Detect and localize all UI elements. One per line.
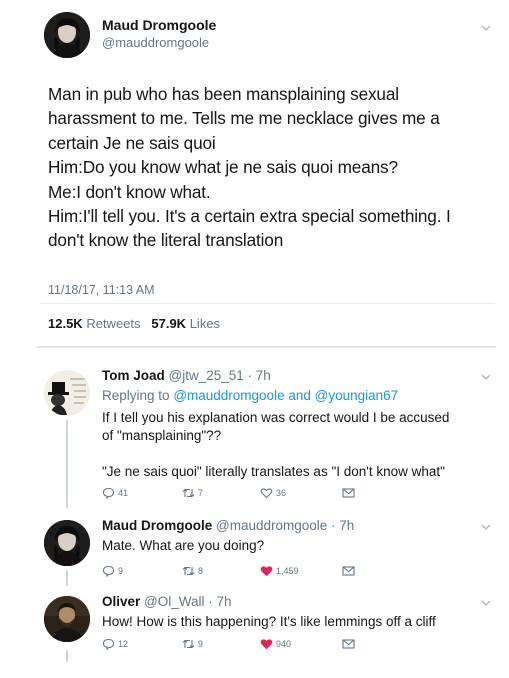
main-tweet: Maud Dromgoole @mauddromgoole Man in pub… — [0, 0, 509, 346]
reply-tweet: Tom Joad @jtw_25_51 · 7h Replying to @ma… — [0, 358, 509, 508]
replying-to-label: Replying to — [102, 388, 170, 403]
retweet-button[interactable]: 9 — [182, 638, 203, 650]
mention-link[interactable]: @mauddromgoole — [173, 388, 284, 403]
divider — [40, 303, 495, 304]
tweet-text-line: harassment to me. Tells me me necklace g… — [48, 108, 440, 129]
thread-line — [66, 570, 68, 586]
reply-icon — [102, 565, 115, 577]
tweet-text-line: Him:Do you know what je ne sais quoi mea… — [48, 157, 398, 178]
author-name[interactable]: Maud Dromgoole — [102, 17, 216, 33]
section-divider — [36, 346, 496, 348]
retweet-button[interactable]: 7 — [182, 487, 203, 499]
heart-icon — [260, 565, 273, 577]
reply-author-name[interactable]: Maud Dromgoole — [102, 518, 212, 533]
like-count: 36 — [276, 488, 287, 498]
message-button[interactable] — [342, 487, 358, 499]
reply-icon — [102, 638, 115, 650]
tweet-text-line: Me:I don't know what. — [48, 181, 211, 202]
tweet-text-line: don't know the literal translation — [48, 230, 284, 251]
chevron-down-icon[interactable] — [481, 600, 491, 606]
thread-line — [66, 650, 68, 662]
reply-button[interactable]: 12 — [102, 638, 128, 650]
retweet-icon — [182, 565, 195, 577]
reply-author-name[interactable]: Tom Joad — [102, 368, 165, 383]
tweet-text-line: Man in pub who has been mansplaining sex… — [48, 84, 399, 104]
thread-line — [66, 420, 68, 508]
mention-link[interactable]: @youngian67 — [315, 388, 399, 403]
reply-author-meta[interactable]: @mauddromgoole · 7h — [216, 518, 354, 533]
chevron-down-icon[interactable] — [481, 25, 491, 31]
tweet-timestamp[interactable]: 11/18/17, 11:13 AM — [48, 283, 155, 297]
reply-tweet: Oliver @Ol_Wall · 7h How! How is this ha… — [0, 586, 509, 678]
reply-text-line — [102, 445, 449, 463]
retweets-label[interactable]: Retweets — [86, 316, 140, 331]
heart-icon — [260, 638, 273, 650]
tweet-actions: 41 7 36 — [102, 487, 462, 501]
like-button[interactable]: 36 — [260, 487, 286, 499]
replying-and: and — [288, 388, 311, 403]
avatar[interactable] — [44, 520, 90, 566]
like-count: 1,459 — [276, 566, 299, 576]
retweet-count: 9 — [198, 639, 204, 649]
reply-text: If I tell you his explanation was correc… — [102, 409, 449, 481]
retweet-count: 8 — [198, 566, 204, 576]
tweet-actions: 9 8 1,459 — [102, 565, 462, 579]
like-button[interactable]: 940 — [260, 638, 291, 650]
chevron-down-icon[interactable] — [481, 374, 491, 380]
message-button[interactable] — [342, 638, 358, 650]
reply-text-line: How! How is this happening? It's like le… — [102, 614, 436, 629]
reply-text-line: Mate. What are you doing? — [102, 538, 265, 553]
avatar[interactable] — [44, 596, 90, 642]
reply-text-line: "Je ne sais quoi" literally translates a… — [102, 464, 445, 479]
reply-text: How! How is this happening? It's like le… — [102, 613, 436, 631]
tweet-text-line: certain Je ne sais quoi — [48, 132, 216, 153]
tweet-text: Man in pub who has been mansplaining sex… — [48, 82, 488, 253]
reply-author-name[interactable]: Oliver — [102, 594, 140, 609]
retweet-count: 7 — [198, 488, 204, 498]
tweet-stats: 12.5K Retweets 57.9K Likes — [48, 316, 220, 331]
reply-header: Tom Joad @jtw_25_51 · 7h — [102, 368, 271, 383]
heart-icon — [260, 487, 273, 499]
reply-count: 12 — [118, 639, 129, 649]
likes-label[interactable]: Likes — [190, 316, 220, 331]
envelope-icon — [342, 638, 355, 650]
retweet-button[interactable]: 8 — [182, 565, 203, 577]
reply-count: 41 — [118, 488, 129, 498]
reply-text-line: If I tell you his explanation was correc… — [102, 410, 450, 425]
author-handle[interactable]: @mauddromgoole — [102, 35, 209, 50]
reply-count: 9 — [118, 566, 124, 576]
avatar[interactable] — [44, 12, 90, 58]
replying-to: Replying to @mauddromgoole and @youngian… — [102, 388, 398, 403]
reply-text-line: of "mansplaining"?? — [102, 428, 222, 443]
retweets-count[interactable]: 12.5K — [48, 316, 83, 331]
likes-count[interactable]: 57.9K — [151, 316, 186, 331]
reply-button[interactable]: 9 — [102, 565, 123, 577]
envelope-icon — [342, 565, 355, 577]
reply-author-meta[interactable]: @Ol_Wall · 7h — [144, 594, 231, 609]
reply-author-meta[interactable]: @jtw_25_51 · 7h — [169, 368, 271, 383]
tophat-avatar-icon[interactable] — [44, 370, 90, 416]
reply-tweet: Maud Dromgoole @mauddromgoole · 7h Mate.… — [0, 508, 509, 586]
retweet-icon — [182, 638, 195, 650]
message-button[interactable] — [342, 565, 358, 577]
reply-button[interactable]: 41 — [102, 487, 128, 499]
envelope-icon — [342, 487, 355, 499]
tweet-text-line: Him:I'll tell you. It's a certain extra … — [48, 206, 451, 227]
reply-text: Mate. What are you doing? — [102, 537, 264, 555]
reply-icon — [102, 487, 115, 499]
like-button[interactable]: 1,459 — [260, 565, 299, 577]
retweet-icon — [182, 487, 195, 499]
chevron-down-icon[interactable] — [481, 524, 491, 530]
reply-header: Oliver @Ol_Wall · 7h — [102, 594, 232, 609]
tweet-actions: 12 9 940 — [102, 638, 462, 652]
like-count: 940 — [276, 639, 292, 649]
reply-header: Maud Dromgoole @mauddromgoole · 7h — [102, 518, 354, 533]
